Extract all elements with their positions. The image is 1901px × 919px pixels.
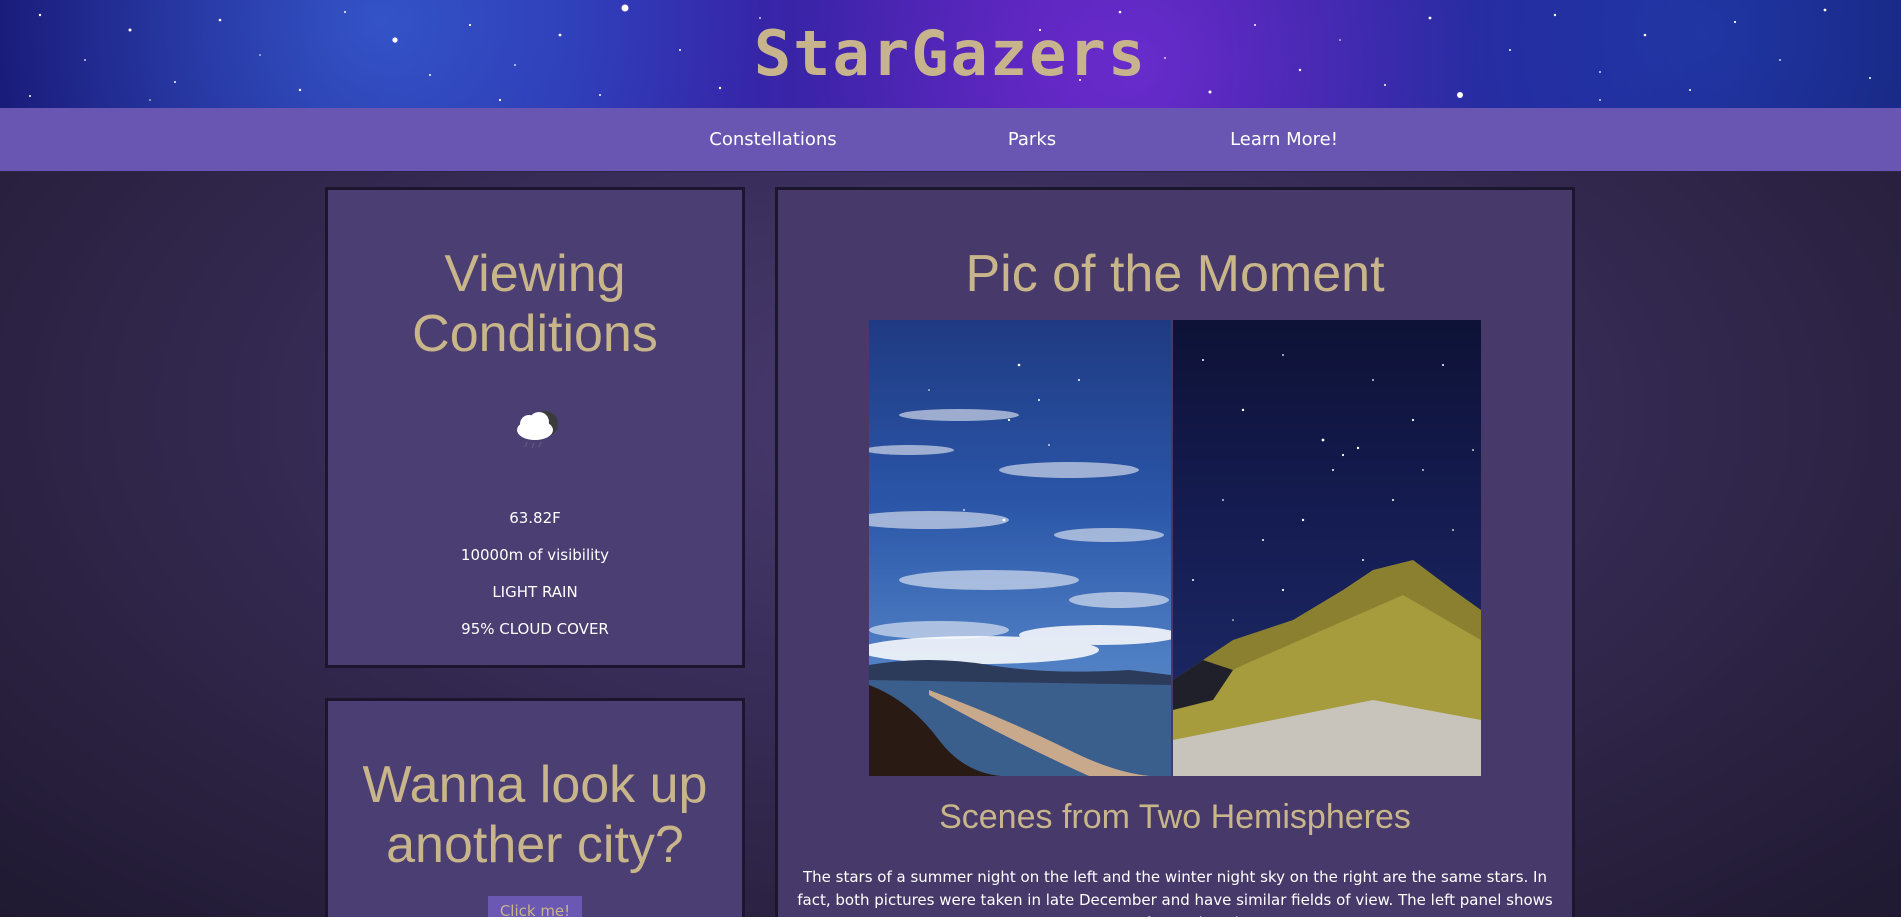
weather-description: LIGHT RAIN: [492, 583, 578, 601]
nav-item-constellations[interactable]: Constellations: [700, 108, 846, 171]
page: StarGazers Constellations Parks Learn Mo…: [0, 0, 1901, 917]
city-lookup-panel: Wanna look up another city? Click me!: [325, 698, 745, 917]
temperature-value: 63.82F: [509, 509, 561, 527]
cloud-rain-moon-icon: [509, 400, 565, 456]
site-logo-title: StarGazers: [753, 17, 1148, 90]
weather-stats: 63.82F 10000m of visibility LIGHT RAIN 9…: [328, 500, 742, 648]
nav-item-parks[interactable]: Parks: [992, 108, 1072, 171]
viewing-conditions-panel: Viewing Conditions 63.82F 10000m of visi…: [325, 187, 745, 668]
click-me-button[interactable]: Click me!: [488, 896, 582, 917]
nav-item-learn-more[interactable]: Learn More!: [1218, 108, 1350, 171]
pic-of-moment-subtitle: Scenes from Two Hemispheres: [939, 798, 1411, 836]
pic-of-moment-caption: The stars of a summer night on the left …: [797, 868, 1553, 917]
astronomy-photo: [869, 320, 1481, 776]
main-nav: Constellations Parks Learn More!: [0, 108, 1901, 172]
city-lookup-title: Wanna look up another city?: [362, 756, 708, 874]
pic-of-moment-panel: Pic of the Moment Scenes from Two Hemisp…: [775, 187, 1575, 917]
viewing-conditions-title: Viewing Conditions: [412, 245, 658, 363]
photo-left-beach: [869, 320, 1171, 776]
visibility-value: 10000m of visibility: [460, 546, 610, 564]
photo-right-mountain: [1173, 320, 1481, 776]
cloud-cover-value: 95% CLOUD COVER: [461, 620, 609, 638]
pic-of-moment-title: Pic of the Moment: [965, 245, 1385, 303]
header-banner: StarGazers: [0, 0, 1901, 108]
